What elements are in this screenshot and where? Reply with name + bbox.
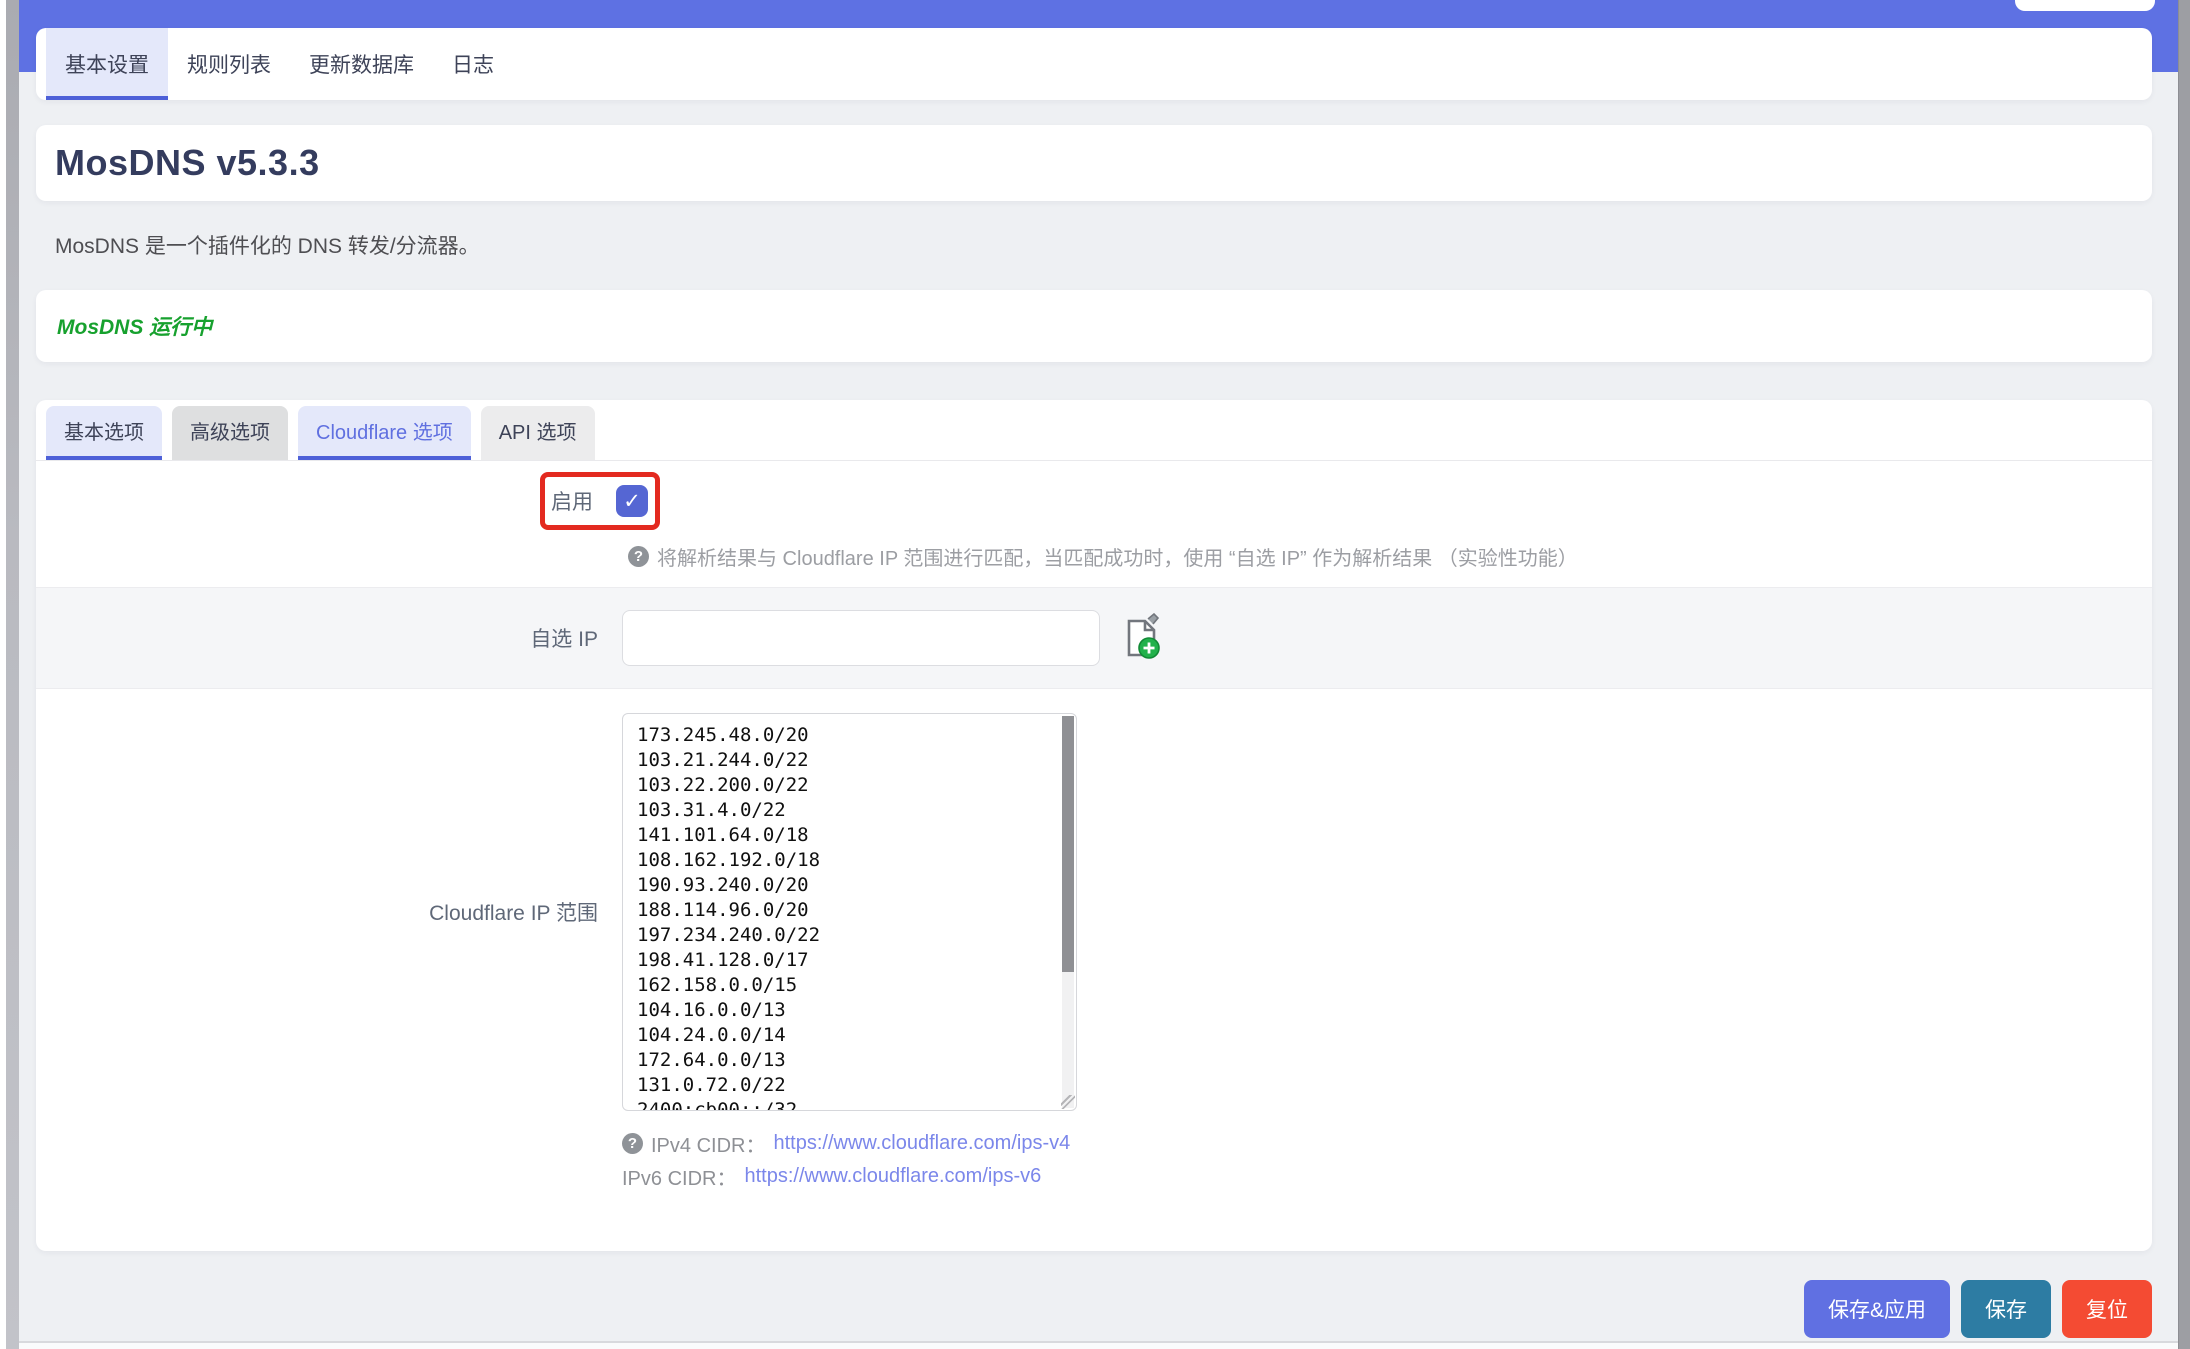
textarea-scroll-thumb[interactable]	[1062, 716, 1074, 972]
red-annotation-box: 启用 ✓	[540, 472, 660, 530]
ipv6-cidr-line: IPv6 CIDR： https://www.cloudflare.com/ip…	[622, 1160, 1077, 1193]
title-card: MosDNS v5.3.3	[36, 125, 2152, 201]
bottom-page-edge	[19, 1341, 2178, 1349]
custom-ip-input[interactable]	[622, 610, 1100, 666]
subtab-advanced-options[interactable]: 高级选项	[172, 406, 288, 460]
help-icon: ?	[628, 546, 649, 567]
options-sub-tabs: 基本选项 高级选项 Cloudflare 选项 API 选项	[36, 400, 2152, 461]
tab-rule-list[interactable]: 规则列表	[168, 28, 290, 100]
tab-basic-settings[interactable]: 基本设置	[46, 28, 168, 100]
help-icon: ?	[622, 1133, 643, 1154]
ipv4-cidr-label: IPv4 CIDR：	[651, 1129, 765, 1158]
save-button[interactable]: 保存	[1961, 1280, 2051, 1338]
enable-checkbox[interactable]: ✓	[616, 485, 648, 517]
main-tabs-bar: 基本设置 规则列表 更新数据库 日志	[36, 28, 2152, 100]
footer-actions: 保存&应用 保存 复位	[1804, 1280, 2152, 1338]
cloudflare-range-row: Cloudflare IP 范围 173.245.48.0/20 103.21.…	[36, 689, 2152, 1193]
status-card: MosDNS 运行中	[36, 290, 2152, 362]
subtab-api-options[interactable]: API 选项	[481, 406, 595, 460]
cloudflare-range-label: Cloudflare IP 范围	[36, 713, 598, 1111]
mosdns-settings-page: 基本设置 规则列表 更新数据库 日志 MosDNS v5.3.3 MosDNS …	[0, 0, 2190, 1349]
ipv6-cidr-link[interactable]: https://www.cloudflare.com/ips-v6	[744, 1165, 1041, 1188]
custom-ip-label: 自选 IP	[36, 623, 598, 653]
cloudflare-range-textarea[interactable]: 173.245.48.0/20 103.21.244.0/22 103.22.2…	[622, 713, 1077, 1111]
status-running-badge: MosDNS 运行中	[57, 311, 212, 341]
tab-update-database[interactable]: 更新数据库	[290, 28, 433, 100]
cloudflare-range-value: 173.245.48.0/20 103.21.244.0/22 103.22.2…	[623, 714, 1076, 1111]
enable-help-text: 将解析结果与 Cloudflare IP 范围进行匹配，当匹配成功时，使用 “自…	[657, 542, 1578, 571]
reset-button[interactable]: 复位	[2062, 1280, 2152, 1338]
ipv4-cidr-link[interactable]: https://www.cloudflare.com/ips-v4	[773, 1132, 1070, 1155]
page-title: MosDNS v5.3.3	[55, 142, 320, 184]
page-scrollbar[interactable]	[2178, 0, 2190, 1349]
options-card: 基本选项 高级选项 Cloudflare 选项 API 选项 启用 ✓ ? 将解…	[36, 400, 2152, 1251]
custom-ip-row: 自选 IP	[36, 587, 2152, 689]
textarea-resize-grip[interactable]	[1061, 1095, 1075, 1109]
tab-log[interactable]: 日志	[433, 28, 513, 100]
enable-help: ? 将解析结果与 Cloudflare IP 范围进行匹配，当匹配成功时，使用 …	[628, 542, 2152, 571]
subtab-cloudflare-options[interactable]: Cloudflare 选项	[298, 406, 471, 460]
ipv4-cidr-line: ? IPv4 CIDR： https://www.cloudflare.com/…	[622, 1127, 1077, 1160]
left-panel-scroll-edge	[6, 0, 19, 1349]
page-description: MosDNS 是一个插件化的 DNS 转发/分流器。	[55, 230, 480, 260]
add-from-file-icon[interactable]	[1122, 613, 1164, 664]
subtab-basic-options[interactable]: 基本选项	[46, 406, 162, 460]
header-button-partial[interactable]	[2015, 0, 2155, 11]
cidr-links: ? IPv4 CIDR： https://www.cloudflare.com/…	[622, 1127, 1077, 1193]
enable-row: 启用 ✓ ? 将解析结果与 Cloudflare IP 范围进行匹配，当匹配成功…	[36, 461, 2152, 587]
enable-label: 启用	[551, 486, 593, 516]
save-apply-button[interactable]: 保存&应用	[1804, 1280, 1950, 1338]
ipv6-cidr-label: IPv6 CIDR：	[622, 1162, 736, 1191]
